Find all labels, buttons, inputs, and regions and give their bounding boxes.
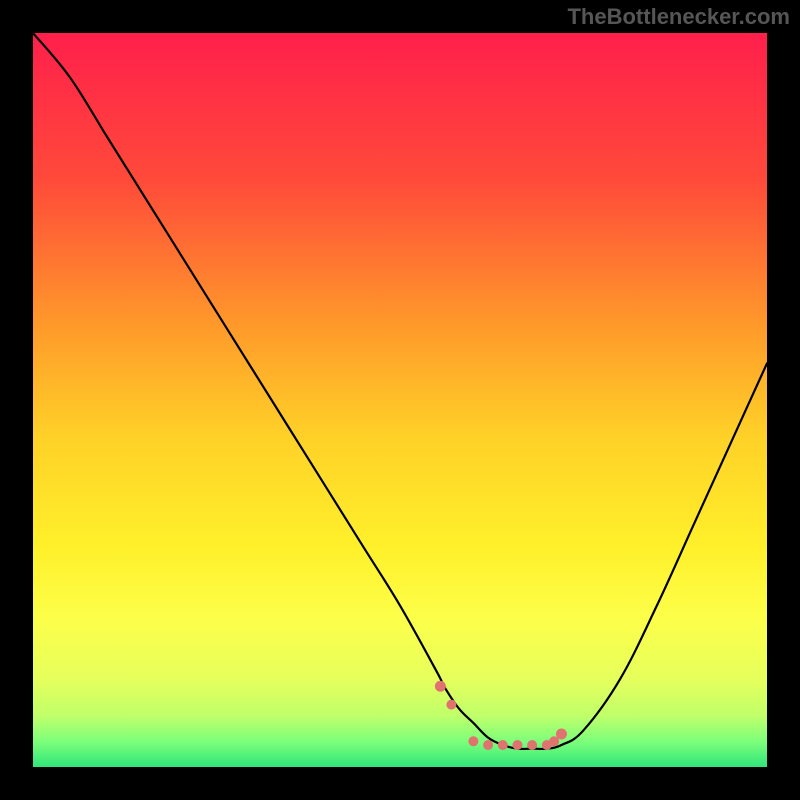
highlight-dot (446, 700, 456, 710)
highlight-dot (468, 736, 478, 746)
watermark-text: TheBottlenecker.com (567, 4, 790, 30)
highlight-dot (483, 740, 493, 750)
highlight-dot (498, 740, 508, 750)
bottleneck-curve (33, 33, 767, 767)
highlight-dot (435, 681, 446, 692)
highlight-dot (527, 740, 537, 750)
highlight-dot (512, 740, 522, 750)
chart-container: TheBottlenecker.com (0, 0, 800, 800)
highlight-dot (556, 728, 567, 739)
plot-area (33, 33, 767, 767)
